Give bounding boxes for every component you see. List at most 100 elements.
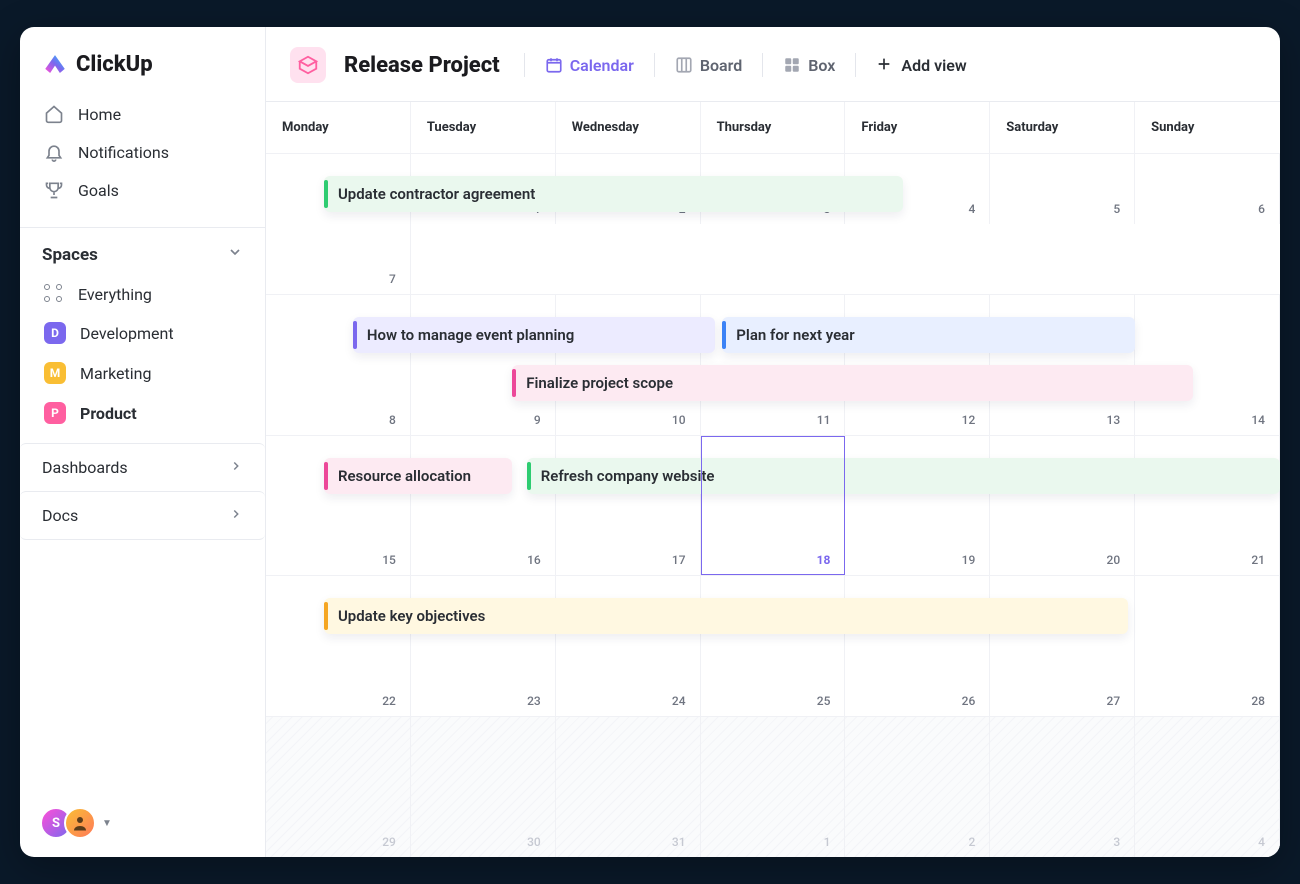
calendar-day-cell[interactable]: 19 xyxy=(845,436,990,576)
main: Release Project Calendar Board xyxy=(266,27,1280,857)
view-tab-box[interactable]: Box xyxy=(781,52,837,79)
plus-icon xyxy=(876,56,894,74)
calendar-day-cell[interactable]: 18 xyxy=(701,436,846,576)
calendar-day-cell[interactable]: 26 xyxy=(845,576,990,716)
weekday-header: Friday xyxy=(845,102,990,153)
calendar-day-cell[interactable]: 23 xyxy=(411,576,556,716)
day-number: 7 xyxy=(389,272,396,286)
sidebar-footer[interactable]: S ▼ xyxy=(20,789,265,857)
space-product[interactable]: P Product xyxy=(32,393,253,433)
day-number: 21 xyxy=(1251,553,1265,567)
box-icon xyxy=(783,56,801,74)
space-badge: M xyxy=(44,362,66,384)
calendar-day-cell[interactable]: 17 xyxy=(556,436,701,576)
spaces-list: Everything D Development M Marketing P P… xyxy=(20,275,265,443)
view-tab-calendar[interactable]: Calendar xyxy=(543,52,636,79)
trophy-icon xyxy=(44,180,64,200)
weekday-header: Tuesday xyxy=(411,102,556,153)
calendar-event[interactable]: Update contractor agreement xyxy=(324,176,903,212)
nav-notifications[interactable]: Notifications xyxy=(32,133,253,171)
calendar-day-cell[interactable]: 22 xyxy=(266,576,411,716)
spaces-header[interactable]: Spaces xyxy=(20,228,265,275)
day-number: 18 xyxy=(817,553,831,567)
calendar-event[interactable]: Finalize project scope xyxy=(512,365,1193,401)
primary-nav: Home Notifications Goals xyxy=(20,95,265,223)
calendar-day-cell[interactable]: 7 xyxy=(266,224,411,294)
day-number: 27 xyxy=(1107,694,1121,708)
sidebar-dashboards[interactable]: Dashboards xyxy=(20,443,265,491)
calendar-icon xyxy=(545,56,563,74)
calendar-day-cell[interactable]: 25 xyxy=(701,576,846,716)
sidebar-dashboards-label: Dashboards xyxy=(42,458,128,477)
sidebar-docs-label: Docs xyxy=(42,506,78,525)
sidebar-docs[interactable]: Docs xyxy=(20,491,265,540)
weekday-header-row: Monday Tuesday Wednesday Thursday Friday… xyxy=(266,102,1280,153)
add-view-label: Add view xyxy=(901,56,966,75)
weekday-header: Sunday xyxy=(1135,102,1280,153)
view-tab-label: Calendar xyxy=(570,56,634,75)
toolbar: Release Project Calendar Board xyxy=(266,27,1280,101)
day-number: 9 xyxy=(534,413,541,427)
calendar-day-cell[interactable]: 20 xyxy=(990,436,1135,576)
view-tab-board[interactable]: Board xyxy=(673,52,744,79)
calendar-day-cell[interactable]: 24 xyxy=(556,576,701,716)
calendar-day-cell[interactable]: 4 xyxy=(1135,717,1280,857)
calendar-day-cell[interactable]: 15 xyxy=(266,436,411,576)
day-number: 16 xyxy=(527,553,541,567)
calendar-day-cell[interactable]: 8 xyxy=(266,295,411,435)
nav-goals-label: Goals xyxy=(78,181,119,200)
nav-goals[interactable]: Goals xyxy=(32,171,253,209)
weekday-header: Monday xyxy=(266,102,411,153)
calendar-day-cell[interactable]: 5 xyxy=(990,154,1135,224)
grid-dots-icon xyxy=(44,284,64,304)
separator xyxy=(654,53,655,77)
calendar-day-cell[interactable]: 31 xyxy=(556,717,701,857)
calendar-day-cell[interactable]: 21 xyxy=(1135,436,1280,576)
add-view-button[interactable]: Add view xyxy=(874,52,968,79)
day-number: 20 xyxy=(1107,553,1121,567)
project-title: Release Project xyxy=(344,53,500,78)
calendar-event[interactable]: Plan for next year xyxy=(722,317,1135,353)
chevron-down-icon xyxy=(227,244,243,265)
clickup-logo-icon xyxy=(42,51,68,77)
calendar-day-cell[interactable]: 29 xyxy=(266,717,411,857)
calendar-event[interactable]: Refresh company website xyxy=(527,458,1280,494)
brand-name: ClickUp xyxy=(76,52,153,77)
user-avatar xyxy=(64,807,96,839)
day-number: 28 xyxy=(1251,694,1265,708)
day-number: 13 xyxy=(1107,413,1121,427)
day-number: 8 xyxy=(389,413,396,427)
day-number: 10 xyxy=(672,413,686,427)
day-number: 5 xyxy=(1113,202,1120,216)
day-number: 29 xyxy=(382,835,396,849)
calendar-week-row: 891011121314How to manage event planning… xyxy=(266,294,1280,435)
calendar-grid: 1234567Update contractor agreement891011… xyxy=(266,153,1280,857)
weekday-header: Wednesday xyxy=(556,102,701,153)
calendar-day-cell[interactable]: 27 xyxy=(990,576,1135,716)
calendar-day-cell[interactable]: 6 xyxy=(1135,154,1280,224)
project-icon xyxy=(290,47,326,83)
space-development[interactable]: D Development xyxy=(32,313,253,353)
brand-logo[interactable]: ClickUp xyxy=(20,27,265,95)
calendar-day-cell[interactable]: 3 xyxy=(990,717,1135,857)
day-number: 2 xyxy=(968,835,975,849)
calendar-event[interactable]: Update key objectives xyxy=(324,598,1128,634)
calendar-week-row: 1234567Update contractor agreement xyxy=(266,153,1280,294)
nav-notifications-label: Notifications xyxy=(78,143,169,162)
calendar-day-cell[interactable]: 16 xyxy=(411,436,556,576)
weekday-header: Thursday xyxy=(701,102,846,153)
space-everything[interactable]: Everything xyxy=(32,275,253,313)
calendar-day-cell[interactable]: 1 xyxy=(701,717,846,857)
calendar-event[interactable]: Resource allocation xyxy=(324,458,512,494)
calendar-day-cell[interactable]: 30 xyxy=(411,717,556,857)
day-number: 31 xyxy=(672,835,686,849)
calendar-event[interactable]: How to manage event planning xyxy=(353,317,715,353)
day-number: 19 xyxy=(962,553,976,567)
day-number: 17 xyxy=(672,553,686,567)
calendar-day-cell[interactable]: 2 xyxy=(845,717,990,857)
day-number: 6 xyxy=(1258,202,1265,216)
space-marketing[interactable]: M Marketing xyxy=(32,353,253,393)
weekday-header: Saturday xyxy=(990,102,1135,153)
nav-home[interactable]: Home xyxy=(32,95,253,133)
calendar-day-cell[interactable]: 28 xyxy=(1135,576,1280,716)
